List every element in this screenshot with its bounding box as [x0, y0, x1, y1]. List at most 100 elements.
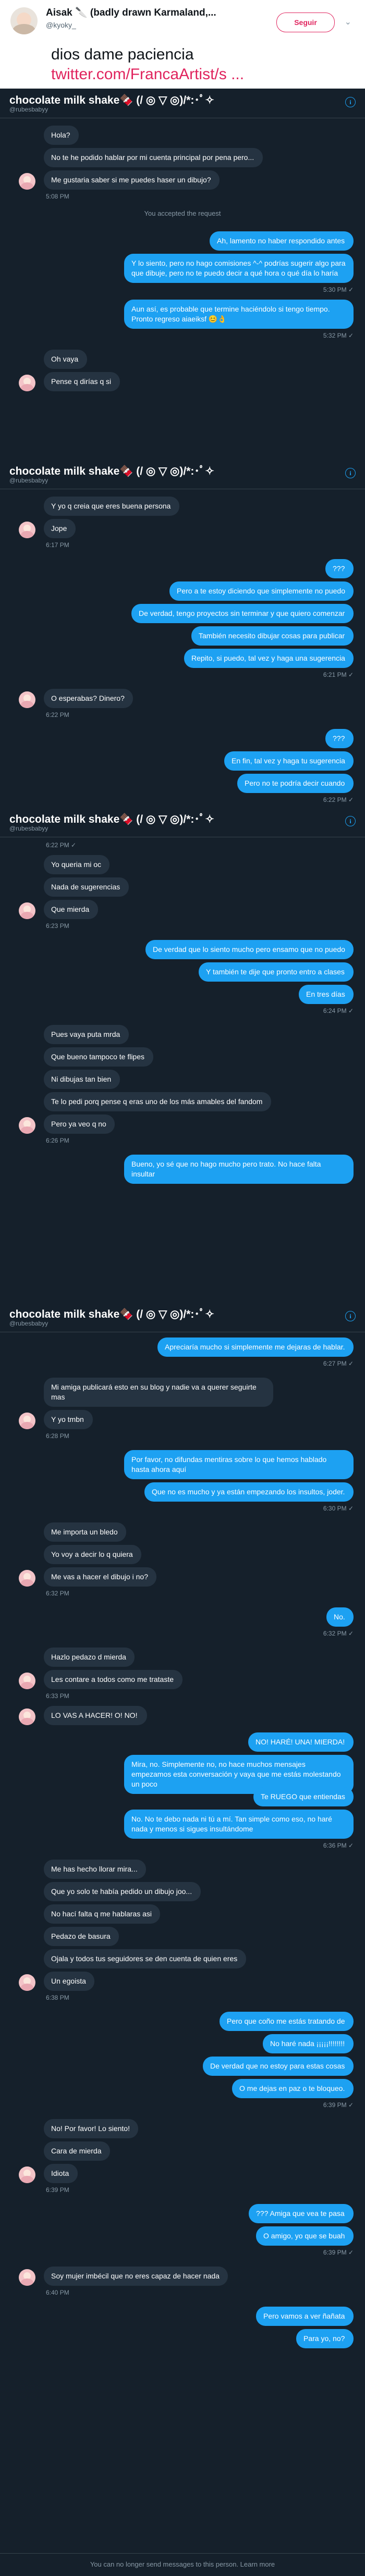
tweet-text: dios dame paciencia [51, 46, 194, 63]
contact-handle[interactable]: @rubesbabyy [9, 825, 48, 832]
received-message[interactable]: Que yo solo te había pedido un dibujo jo… [44, 1882, 201, 1901]
sent-message[interactable]: De verdad que lo siento mucho pero ensam… [145, 940, 354, 959]
received-message[interactable]: Y yo tmbn [44, 1410, 93, 1429]
contact-name[interactable]: chocolate milk shake🍫 (/ ◎ ▽ ◎)/*:･ﾟ✧ [9, 92, 214, 107]
contact-handle[interactable]: @rubesbabyy [9, 477, 48, 484]
received-message[interactable]: Pero ya veo q no [44, 1114, 115, 1134]
received-message[interactable]: Pues vaya puta mrda [44, 1025, 129, 1044]
sent-message[interactable]: Repito, si puedo, tal vez y haga una sug… [184, 649, 354, 668]
received-message[interactable]: Cara de mierda [44, 2141, 110, 2161]
dm-panel-4: chocolate milk shake🍫 (/ ◎ ▽ ◎)/*:･ﾟ✧ @r… [0, 1303, 365, 2576]
received-message[interactable]: Y yo q creia que eres buena persona [44, 497, 179, 516]
contact-avatar[interactable] [19, 1708, 35, 1725]
sent-message[interactable]: Pero no te podría decir cuando [237, 774, 354, 793]
sent-message[interactable]: Para yo, no? [296, 2329, 354, 2348]
sent-message[interactable]: Ah, lamento no haber respondido antes [210, 231, 354, 251]
contact-avatar[interactable] [19, 2166, 35, 2183]
sent-message[interactable]: ??? Amiga que vea te pasa [249, 2204, 354, 2223]
received-message[interactable]: Pense q dirías q si [44, 372, 120, 391]
received-message[interactable]: LO VAS A HACER! O! NO! [44, 1706, 147, 1725]
sent-message[interactable]: ??? [325, 559, 354, 578]
contact-handle[interactable]: @rubesbabyy [9, 106, 48, 113]
contact-avatar[interactable] [19, 375, 35, 391]
contact-avatar[interactable] [19, 902, 35, 919]
dm-header: chocolate milk shake🍫 (/ ◎ ▽ ◎)/*:･ﾟ✧ @r… [0, 1303, 365, 1332]
info-icon[interactable]: i [345, 816, 356, 826]
received-message[interactable]: Oh vaya [44, 350, 87, 369]
info-icon[interactable]: i [345, 468, 356, 478]
sent-message[interactable]: NO! HARÉ! UNA! MIERDA! [248, 1732, 354, 1752]
sent-message[interactable]: O amigo, yo que se buah [256, 2226, 354, 2246]
sent-message[interactable]: No. No te debo nada ni tú a mí. Tan simp… [124, 1810, 354, 1839]
sent-message[interactable]: Y también te dije que pronto entro a cla… [199, 962, 354, 982]
received-message[interactable]: Me vas a hacer el dibujo i no? [44, 1567, 156, 1587]
received-message[interactable]: No! Por favor! Lo siento! [44, 2119, 138, 2138]
received-message[interactable]: Me importa un bledo [44, 1522, 126, 1542]
sent-message[interactable]: Que no es mucho y ya están empezando los… [144, 1482, 354, 1502]
received-message[interactable]: Jope [44, 519, 76, 538]
contact-name[interactable]: chocolate milk shake🍫 (/ ◎ ▽ ◎)/*:･ﾟ✧ [9, 1306, 214, 1321]
contact-avatar[interactable] [19, 691, 35, 708]
sent-message[interactable]: Aun así, es probable que termine haciénd… [124, 300, 354, 329]
received-message[interactable]: Pedazo de basura [44, 1927, 119, 1946]
chevron-down-icon[interactable]: ⌄ [345, 17, 351, 27]
received-message[interactable]: Yo queria mi oc [44, 855, 110, 874]
contact-avatar[interactable] [19, 173, 35, 190]
sent-message[interactable]: También necesito dibujar cosas para publ… [191, 626, 354, 646]
received-message[interactable]: Mi amiga publicará esto en su blog y nad… [44, 1378, 273, 1407]
received-message[interactable]: No te he podido hablar por mi cuenta pri… [44, 148, 263, 167]
contact-avatar[interactable] [19, 1117, 35, 1134]
received-message[interactable]: Que mierda [44, 900, 98, 919]
sent-message[interactable]: En tres días [299, 985, 354, 1004]
received-message[interactable]: Les contare a todos como me trataste [44, 1670, 182, 1689]
received-message[interactable]: Me has hecho llorar mira... [44, 1860, 146, 1879]
message-timestamp: 6:26 PM [46, 1137, 69, 1144]
received-message[interactable]: Te lo pedi porq pense q eras uno de los … [44, 1092, 271, 1111]
sent-message[interactable]: Te RUEGO que entiendas [253, 1787, 354, 1806]
follow-button[interactable]: Seguir [276, 13, 335, 32]
author-name[interactable]: Aisak 🔪 (badly drawn Karmaland,... [46, 6, 216, 19]
received-message[interactable]: Ojala y todos tus seguidores se den cuen… [44, 1949, 246, 1968]
contact-avatar[interactable] [19, 1974, 35, 1991]
received-message[interactable]: Ni dibujas tan bien [44, 1070, 120, 1089]
sent-message[interactable]: No haré nada ¡¡¡¡¡!!!!!!!! [263, 2034, 354, 2053]
sent-message[interactable]: De verdad que no estoy para estas cosas [203, 2057, 354, 2076]
contact-name[interactable]: chocolate milk shake🍫 (/ ◎ ▽ ◎)/*:･ﾟ✧ [9, 811, 214, 826]
received-message[interactable]: Que bueno tampoco te flipes [44, 1047, 153, 1067]
avatar[interactable] [10, 7, 38, 34]
sent-message[interactable]: ??? [325, 729, 354, 748]
contact-avatar[interactable] [19, 2269, 35, 2286]
sent-message[interactable]: O me dejas en paz o te bloqueo. [232, 2079, 354, 2098]
sent-message[interactable]: En fin, tal vez y haga tu sugerencia [224, 751, 354, 771]
contact-avatar[interactable] [19, 522, 35, 538]
info-icon[interactable]: i [345, 1311, 356, 1321]
sent-message[interactable]: Pero que coño me estás tratando de [220, 2012, 354, 2031]
tweet-link[interactable]: twitter.com/FrancaArtist/s ... [51, 66, 244, 83]
sent-message[interactable]: Pero a te estoy diciendo que simplemente… [169, 581, 354, 601]
author-handle[interactable]: @kyoky_ [46, 21, 76, 29]
sent-message[interactable]: Y lo siento, pero no hago comisiones ^-^… [124, 254, 354, 283]
sent-message[interactable]: De verdad, tengo proyectos sin terminar … [131, 604, 354, 623]
received-message[interactable]: O esperabas? Dinero? [44, 689, 133, 708]
sent-message[interactable]: Por favor, no difundas mentiras sobre lo… [124, 1450, 354, 1479]
sent-message[interactable]: No. [326, 1607, 354, 1627]
contact-avatar[interactable] [19, 1413, 35, 1429]
sent-message[interactable]: Apreciaría mucho si simplemente me dejar… [157, 1337, 354, 1357]
contact-avatar[interactable] [19, 1673, 35, 1689]
no-messages-note[interactable]: You can no longer send messages to this … [0, 2560, 365, 2568]
info-icon[interactable]: i [345, 97, 356, 107]
received-message[interactable]: Hola? [44, 126, 79, 145]
received-message[interactable]: Un egoista [44, 1972, 94, 1991]
received-message[interactable]: Yo voy a decir lo q quiera [44, 1545, 141, 1564]
contact-name[interactable]: chocolate milk shake🍫 (/ ◎ ▽ ◎)/*:･ﾟ✧ [9, 463, 214, 478]
received-message[interactable]: No hací falta q me hablaras asi [44, 1904, 160, 1924]
contact-avatar[interactable] [19, 1570, 35, 1587]
received-message[interactable]: Nada de sugerencias [44, 877, 129, 897]
sent-message[interactable]: Pero vamos a ver ñañata [256, 2307, 354, 2326]
sent-message[interactable]: Bueno, yo sé que no hago mucho pero trat… [124, 1155, 354, 1184]
contact-handle[interactable]: @rubesbabyy [9, 1320, 48, 1327]
received-message[interactable]: Idiota [44, 2164, 78, 2183]
received-message[interactable]: Hazlo pedazo d mierda [44, 1648, 135, 1667]
received-message[interactable]: Soy mujer imbécil que no eres capaz de h… [44, 2267, 228, 2286]
received-message[interactable]: Me gustaria saber si me puedes haser un … [44, 170, 220, 190]
